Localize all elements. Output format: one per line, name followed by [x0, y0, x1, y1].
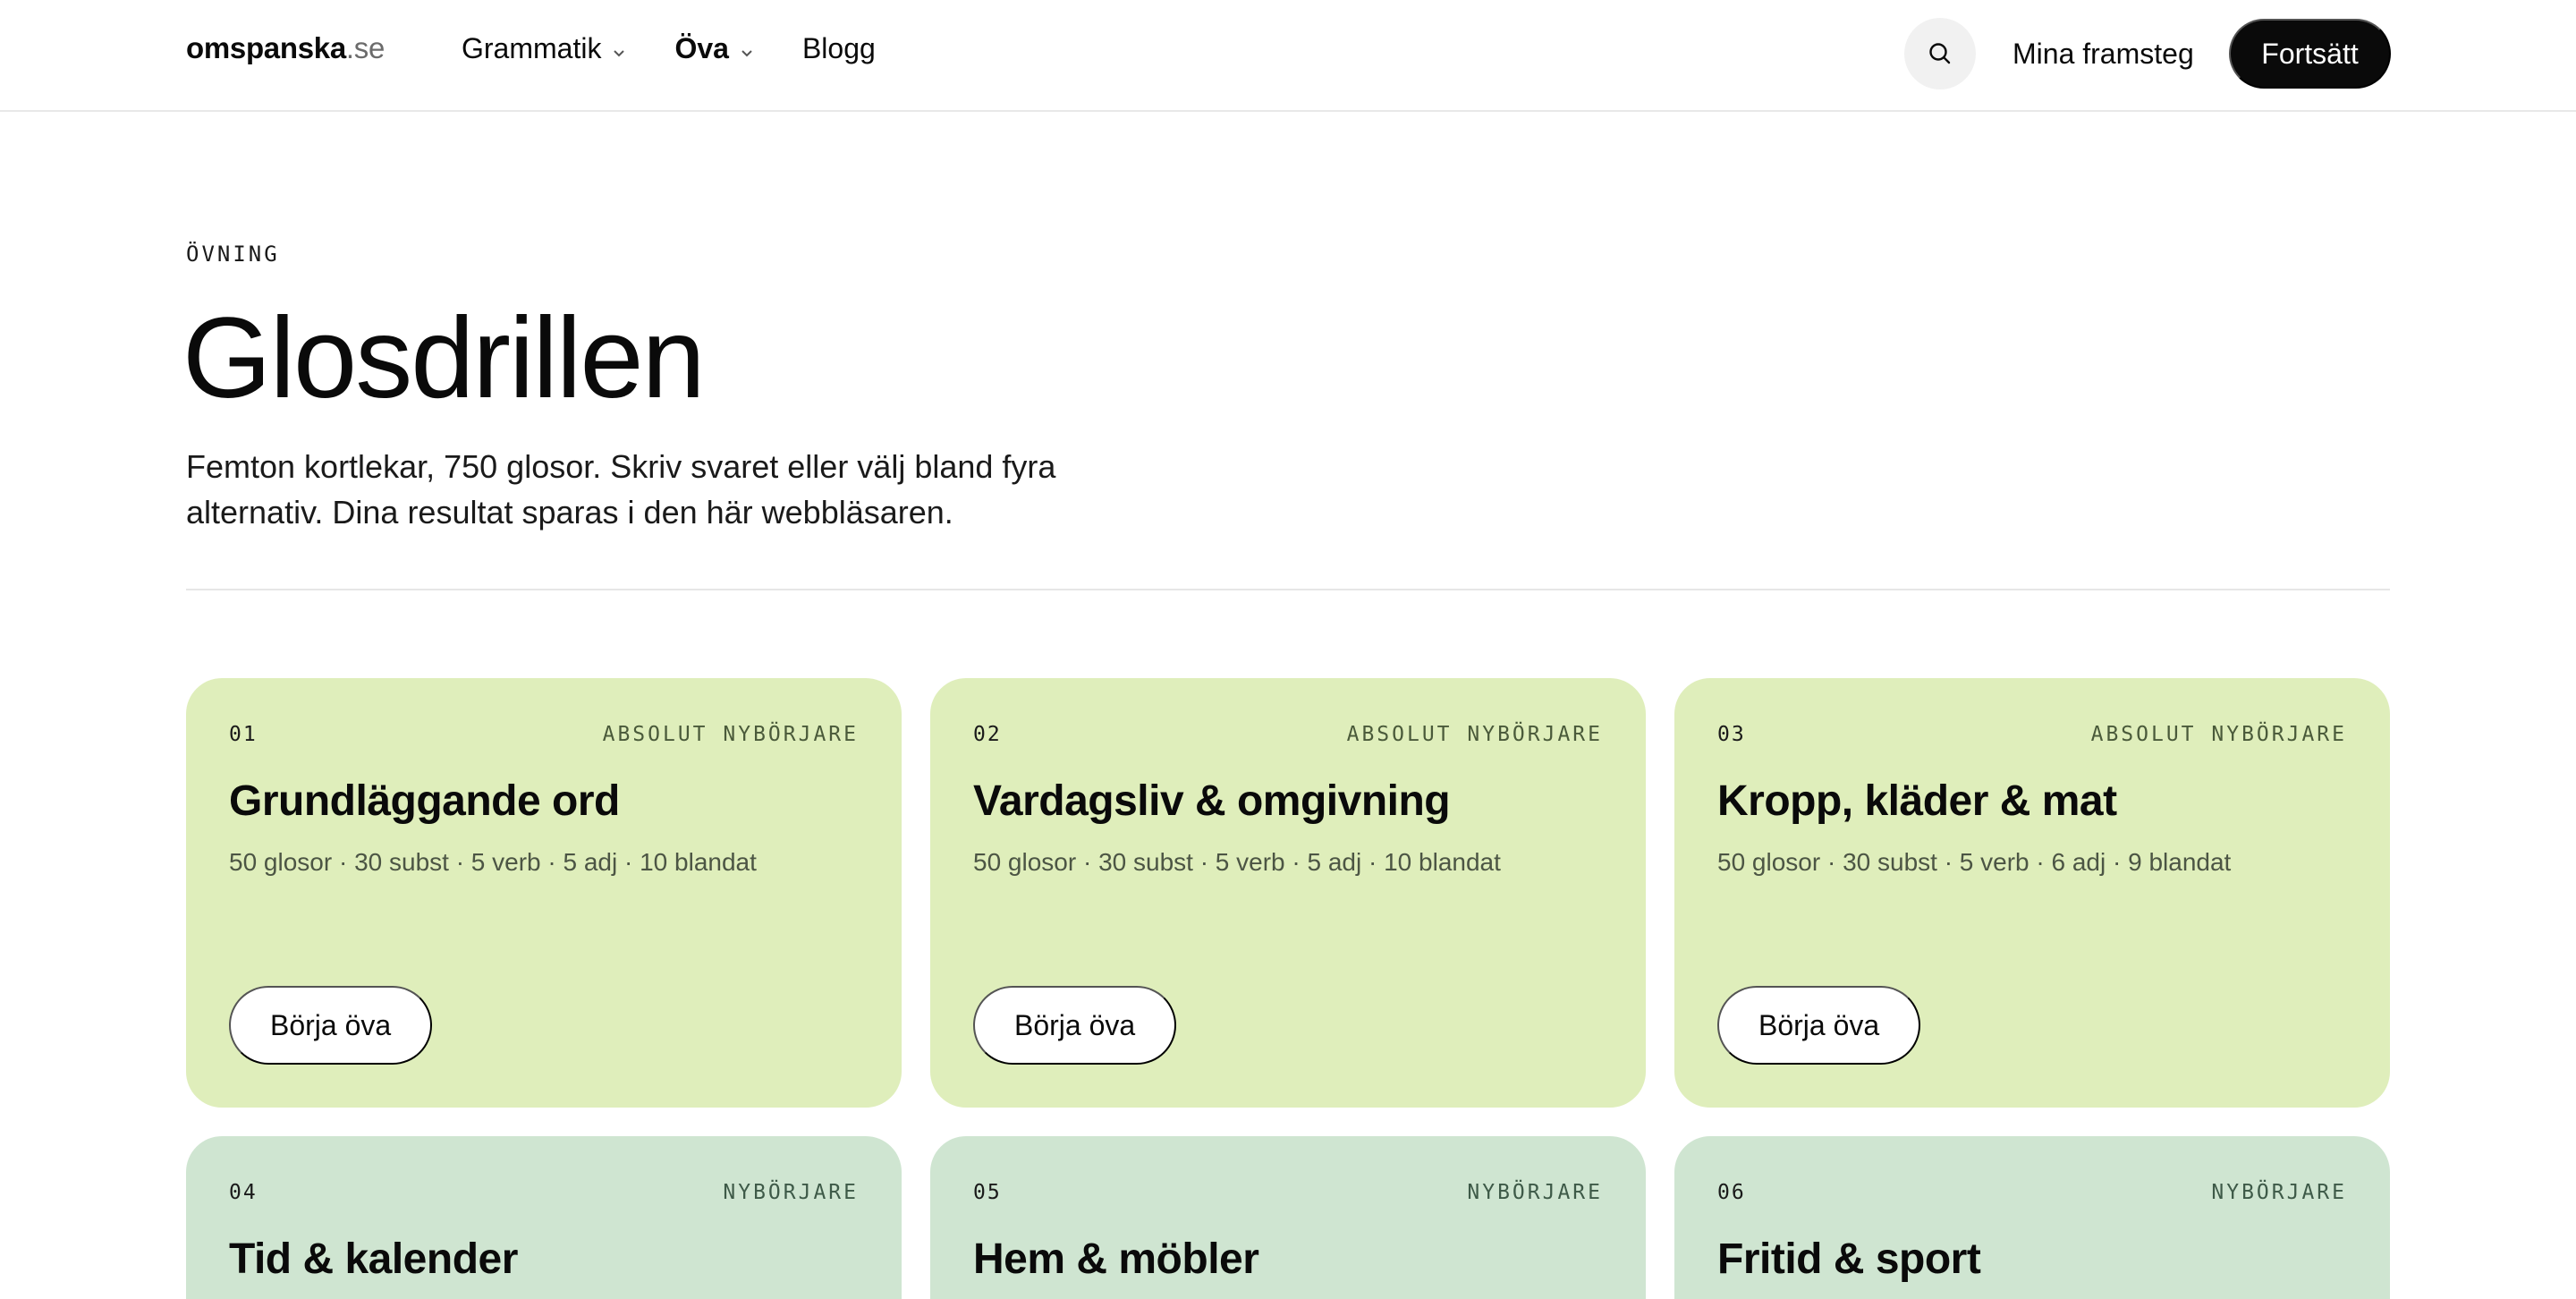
- deck-number: 03: [1717, 723, 1746, 746]
- section-eyebrow: ÖVNING: [186, 242, 280, 267]
- deck-card[interactable]: 02 ABSOLUT NYBÖRJARE Vardagsliv & omgivn…: [930, 678, 1646, 1108]
- page-title: Glosdrillen: [182, 294, 706, 422]
- deck-title: Kropp, kläder & mat: [1717, 777, 2117, 825]
- deck-card[interactable]: 04 NYBÖRJARE Tid & kalender: [186, 1136, 902, 1299]
- deck-number: 02: [973, 723, 1002, 746]
- deck-level: ABSOLUT NYBÖRJARE: [602, 723, 859, 746]
- deck-title: Hem & möbler: [973, 1235, 1259, 1283]
- deck-number: 05: [973, 1181, 1002, 1204]
- deck-meta: 50 glosor · 30 subst · 5 verb · 5 adj · …: [973, 848, 1501, 876]
- nav-label: Grammatik: [462, 32, 602, 64]
- deck-title: Fritid & sport: [1717, 1235, 1981, 1283]
- deck-number: 04: [229, 1181, 258, 1204]
- search-icon: [1929, 43, 1951, 64]
- deck-card[interactable]: 03 ABSOLUT NYBÖRJARE Kropp, kläder & mat…: [1674, 678, 2390, 1108]
- my-progress-link[interactable]: Mina framsteg: [2012, 36, 2194, 72]
- deck-card[interactable]: 05 NYBÖRJARE Hem & möbler: [930, 1136, 1646, 1299]
- nav-item-ova[interactable]: Öva: [674, 30, 755, 66]
- nav-label: Öva: [674, 32, 729, 64]
- deck-level: ABSOLUT NYBÖRJARE: [1346, 723, 1603, 746]
- start-practice-button[interactable]: Börja öva: [229, 986, 433, 1065]
- main-nav: Grammatik Öva Blogg: [462, 30, 922, 66]
- logo-tld: .se: [345, 31, 386, 64]
- divider: [186, 589, 2390, 590]
- logo-brand: omspanska: [186, 31, 346, 64]
- deck-title: Tid & kalender: [229, 1235, 518, 1283]
- deck-level: NYBÖRJARE: [2211, 1181, 2347, 1204]
- continue-button[interactable]: Fortsätt: [2229, 19, 2391, 89]
- site-header: omspanska.se Grammatik Öva Blogg Mina fr…: [0, 0, 2576, 112]
- page-lead: Femton kortlekar, 750 glosor. Skriv svar…: [186, 448, 1056, 531]
- nav-item-blogg[interactable]: Blogg: [802, 30, 876, 66]
- deck-level: ABSOLUT NYBÖRJARE: [2090, 723, 2347, 746]
- deck-number: 01: [229, 723, 258, 746]
- deck-card[interactable]: 01 ABSOLUT NYBÖRJARE Grundläggande ord 5…: [186, 678, 902, 1108]
- deck-title: Grundläggande ord: [229, 777, 620, 825]
- start-practice-button[interactable]: Börja öva: [1717, 986, 1921, 1065]
- deck-title: Vardagsliv & omgivning: [973, 777, 1451, 825]
- nav-label: Blogg: [801, 32, 876, 64]
- deck-level: NYBÖRJARE: [723, 1181, 859, 1204]
- page: omspanska.se Grammatik Öva Blogg Mina fr…: [0, 0, 2576, 1299]
- nav-item-grammatik[interactable]: Grammatik: [462, 30, 628, 66]
- deck-meta: 50 glosor · 30 subst · 5 verb · 6 adj · …: [1717, 848, 2232, 876]
- deck-level: NYBÖRJARE: [1467, 1181, 1603, 1204]
- chevron-down-icon: [614, 50, 625, 57]
- site-logo[interactable]: omspanska.se: [186, 30, 385, 66]
- start-practice-button[interactable]: Börja öva: [973, 986, 1177, 1065]
- deck-card[interactable]: 06 NYBÖRJARE Fritid & sport: [1674, 1136, 2390, 1299]
- deck-number: 06: [1717, 1181, 1746, 1204]
- chevron-down-icon: [741, 50, 752, 57]
- deck-meta: 50 glosor · 30 subst · 5 verb · 5 adj · …: [229, 848, 757, 876]
- search-button[interactable]: [1904, 18, 1976, 89]
